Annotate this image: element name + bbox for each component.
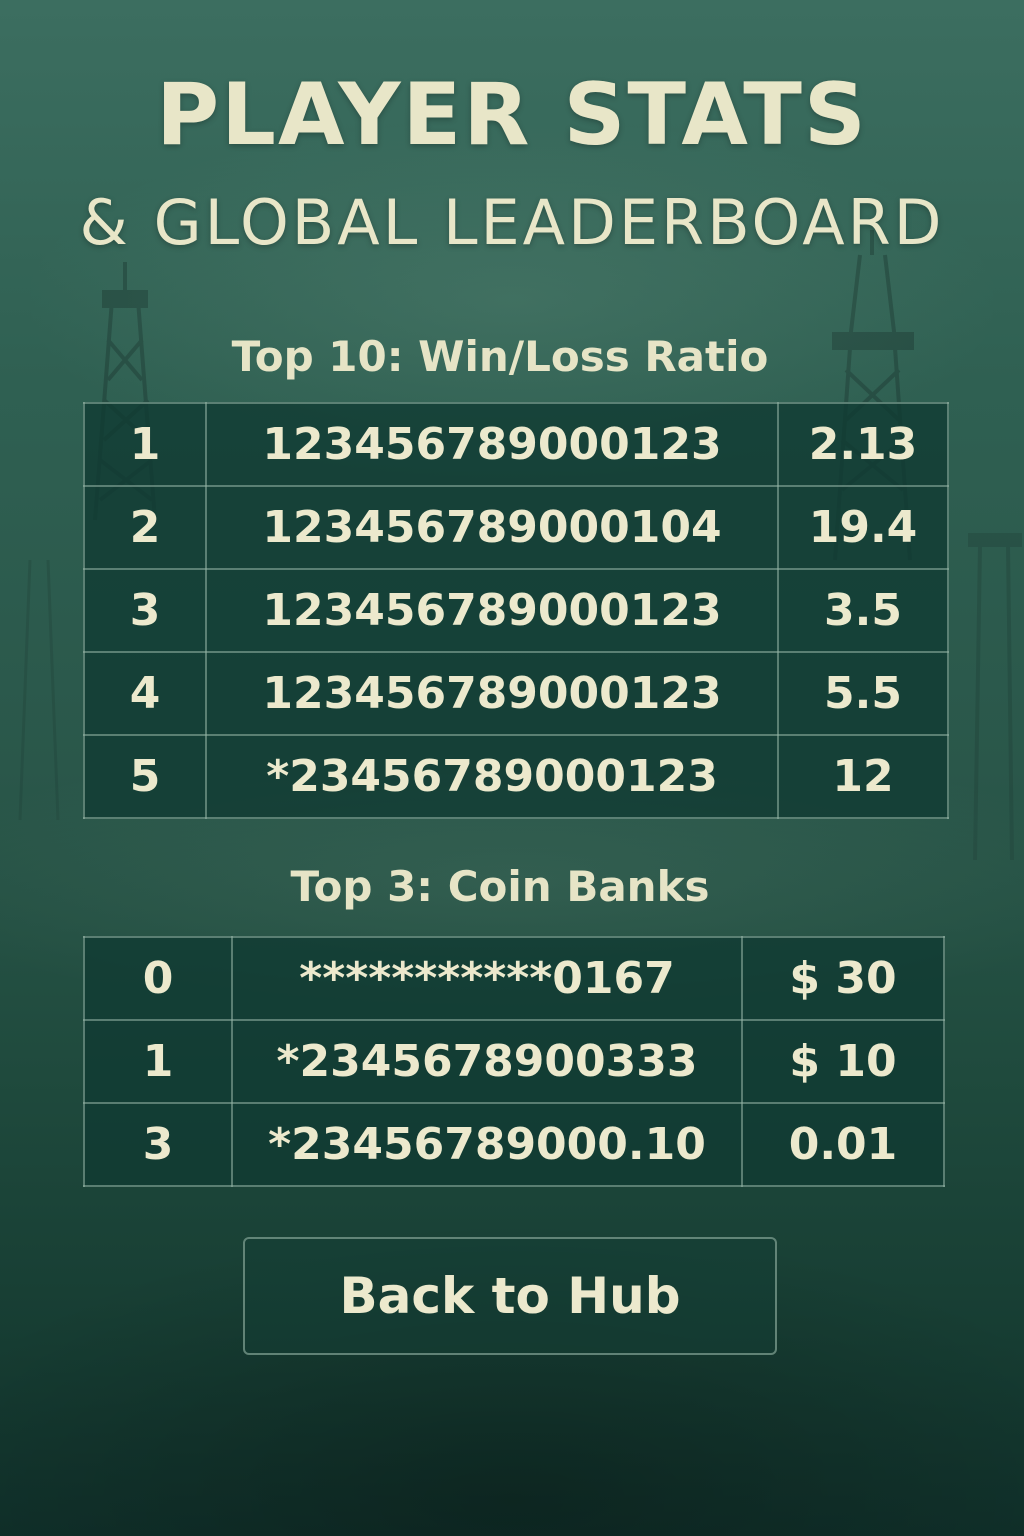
table-row: 3 *23456789000.10 0.01 (83, 1102, 945, 1187)
ratio-cell: 2.13 (777, 402, 949, 487)
table-row: 1 123456789000123 2.13 (83, 402, 949, 487)
back-to-hub-button[interactable]: Back to Hub (243, 1237, 777, 1355)
rank-cell: 5 (83, 734, 207, 819)
derrick-far-right (968, 533, 1022, 861)
player-id-cell: 123456789000123 (205, 402, 779, 487)
coin-banks-table: 0 ***********0167 $ 30 1 *2345678900333 … (83, 936, 945, 1187)
player-id-cell: 123456789000104 (205, 485, 779, 570)
ratio-cell: 5.5 (777, 651, 949, 736)
coin-amount-cell: $ 10 (741, 1019, 945, 1104)
rank-cell: 3 (83, 1102, 233, 1187)
coin-banks-heading: Top 3: Coin Banks (290, 862, 710, 911)
ratio-cell: 19.4 (777, 485, 949, 570)
table-row: 3 123456789000123 3.5 (83, 568, 949, 653)
coin-amount-cell: 0.01 (741, 1102, 945, 1187)
winloss-table: 1 123456789000123 2.13 2 123456789000104… (83, 402, 949, 819)
derrick-far-left (18, 559, 60, 821)
table-row: 0 ***********0167 $ 30 (83, 936, 945, 1021)
player-id-cell: 123456789000123 (205, 568, 779, 653)
winloss-heading: Top 10: Win/Loss Ratio (231, 332, 769, 381)
rank-cell: 3 (83, 568, 207, 653)
player-id-cell: *23456789000123 (205, 734, 779, 819)
ratio-cell: 3.5 (777, 568, 949, 653)
table-row: 4 123456789000123 5.5 (83, 651, 949, 736)
table-row: 5 *23456789000123 12 (83, 734, 949, 819)
rank-cell: 1 (83, 402, 207, 487)
player-id-cell: ***********0167 (231, 936, 743, 1021)
table-row: 1 *2345678900333 $ 10 (83, 1019, 945, 1104)
coin-amount-cell: $ 30 (741, 936, 945, 1021)
player-id-cell: 123456789000123 (205, 651, 779, 736)
table-row: 2 123456789000104 19.4 (83, 485, 949, 570)
rank-cell: 0 (83, 936, 233, 1021)
page-title: PLAYER STATS (156, 65, 868, 165)
rank-cell: 2 (83, 485, 207, 570)
rank-cell: 4 (83, 651, 207, 736)
ratio-cell: 12 (777, 734, 949, 819)
player-id-cell: *23456789000.10 (231, 1102, 743, 1187)
page-subtitle: & GLOBAL LEADERBOARD (79, 186, 945, 259)
player-id-cell: *2345678900333 (231, 1019, 743, 1104)
rank-cell: 1 (83, 1019, 233, 1104)
